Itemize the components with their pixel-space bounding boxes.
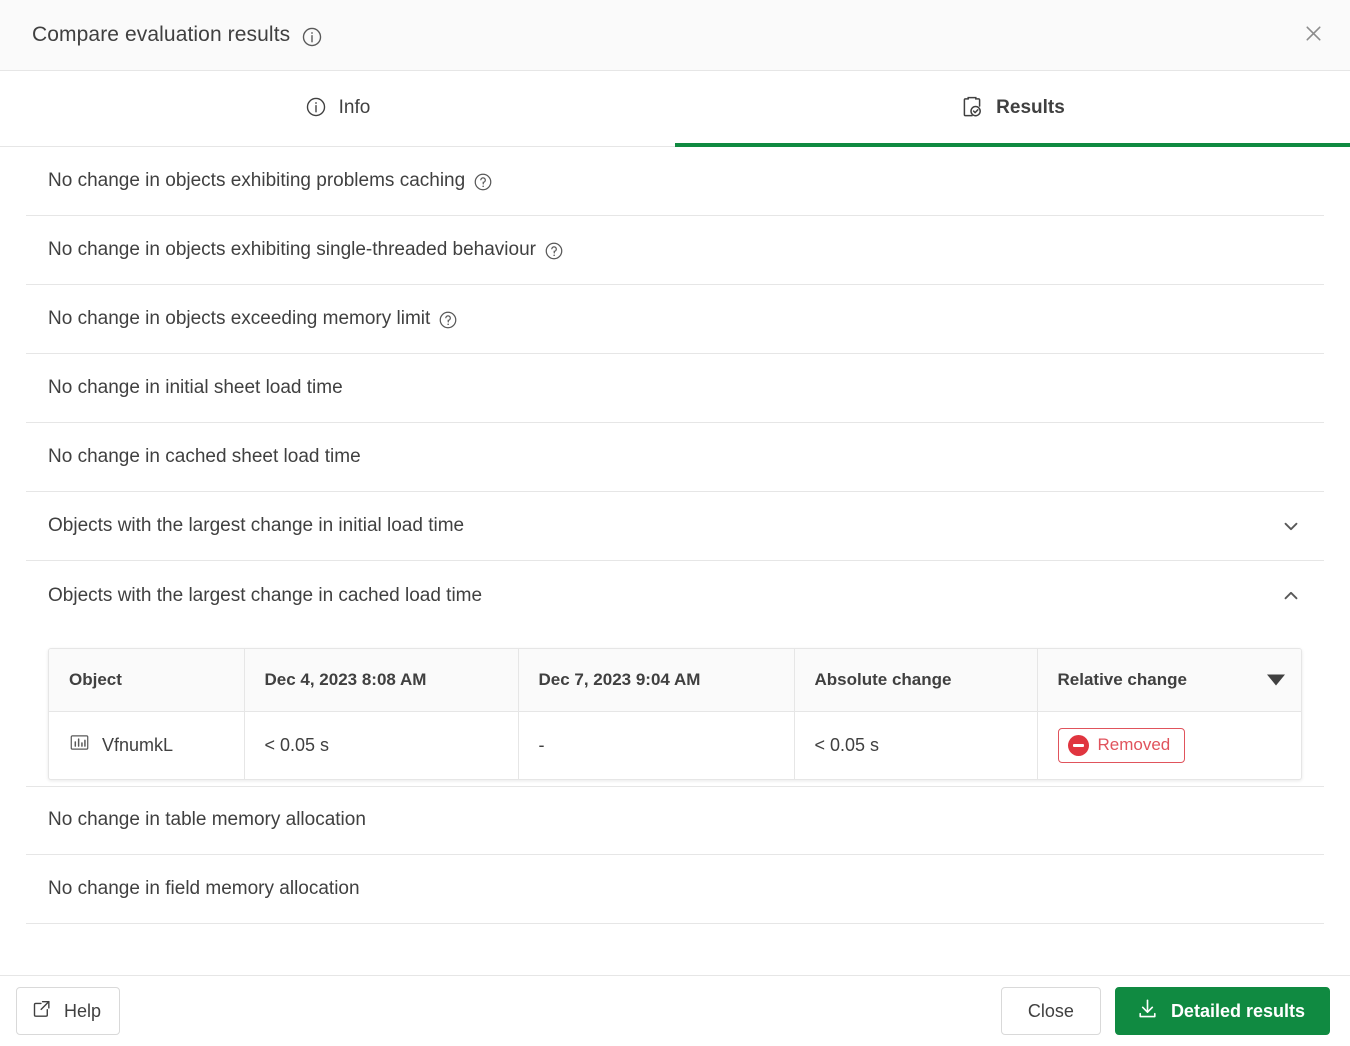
info-circle-icon[interactable] bbox=[301, 26, 323, 48]
close-button[interactable]: Close bbox=[1001, 987, 1101, 1035]
dialog-header: Compare evaluation results bbox=[0, 0, 1350, 71]
result-label: Objects with the largest change in cache… bbox=[48, 585, 482, 607]
external-link-icon bbox=[31, 998, 52, 1024]
column-header-object[interactable]: Object bbox=[49, 649, 244, 711]
result-label: No change in objects exceeding memory li… bbox=[48, 308, 430, 330]
result-label: No change in table memory allocation bbox=[48, 809, 366, 831]
cell-baseline: < 0.05 s bbox=[244, 711, 518, 779]
dialog-tabs: Info Results bbox=[0, 71, 1350, 147]
result-label: Objects with the largest change in initi… bbox=[48, 515, 464, 537]
page-title: Compare evaluation results bbox=[32, 23, 290, 47]
result-row-single-threaded: No change in objects exhibiting single-t… bbox=[26, 216, 1324, 285]
result-row-memory-limit: No change in objects exceeding memory li… bbox=[26, 285, 1324, 354]
cell-comparison: - bbox=[518, 711, 794, 779]
clipboard-check-icon bbox=[960, 95, 984, 119]
result-row-table-memory: No change in table memory allocation bbox=[26, 786, 1324, 855]
cell-object: VfnumkL bbox=[49, 711, 244, 779]
cell-object-label: VfnumkL bbox=[102, 735, 173, 756]
info-circle-icon bbox=[305, 96, 327, 118]
close-button-label: Close bbox=[1028, 1001, 1074, 1022]
cell-absolute-change: < 0.05 s bbox=[794, 711, 1037, 779]
help-circle-icon[interactable] bbox=[438, 310, 458, 330]
result-row-largest-change-initial-load[interactable]: Objects with the largest change in initi… bbox=[26, 492, 1324, 561]
result-row-cached-sheet-load: No change in cached sheet load time bbox=[26, 423, 1324, 492]
column-header-relative-change[interactable]: Relative change bbox=[1037, 649, 1302, 711]
column-header-absolute-change[interactable]: Absolute change bbox=[794, 649, 1037, 711]
detailed-results-button[interactable]: Detailed results bbox=[1115, 987, 1330, 1035]
results-list: No change in objects exhibiting problems… bbox=[0, 147, 1350, 975]
table-header-row: Object Dec 4, 2023 8:08 AM Dec 7, 2023 9… bbox=[49, 649, 1302, 711]
help-circle-icon[interactable] bbox=[473, 172, 493, 192]
close-dialog-button[interactable] bbox=[1294, 16, 1332, 54]
column-header-baseline-date[interactable]: Dec 4, 2023 8:08 AM bbox=[244, 649, 518, 711]
cell-relative-change: Removed bbox=[1037, 711, 1302, 779]
result-label: No change in objects exhibiting single-t… bbox=[48, 239, 536, 261]
detailed-results-button-label: Detailed results bbox=[1171, 1001, 1305, 1022]
result-label: No change in field memory allocation bbox=[48, 878, 360, 900]
column-header-comparison-date[interactable]: Dec 7, 2023 9:04 AM bbox=[518, 649, 794, 711]
tab-results-label: Results bbox=[996, 98, 1065, 117]
tab-results[interactable]: Results bbox=[675, 71, 1350, 147]
result-label: No change in objects exhibiting problems… bbox=[48, 170, 465, 192]
result-row-caching: No change in objects exhibiting problems… bbox=[26, 147, 1324, 216]
minus-circle-icon bbox=[1068, 735, 1089, 756]
chevron-down-icon[interactable] bbox=[1280, 515, 1302, 537]
column-header-relative-change-label: Relative change bbox=[1058, 670, 1187, 689]
status-badge-label: Removed bbox=[1098, 735, 1171, 755]
help-circle-icon[interactable] bbox=[544, 241, 564, 261]
result-row-largest-change-cached-load[interactable]: Objects with the largest change in cache… bbox=[26, 561, 1324, 630]
tab-info-label: Info bbox=[339, 98, 371, 117]
caret-down-icon bbox=[1267, 674, 1285, 685]
help-button-label: Help bbox=[64, 1001, 101, 1022]
download-icon bbox=[1136, 997, 1159, 1025]
bar-chart-icon bbox=[69, 732, 90, 758]
close-icon bbox=[1302, 22, 1325, 48]
status-badge[interactable]: Removed bbox=[1058, 728, 1186, 763]
result-row-field-memory: No change in field memory allocation bbox=[26, 855, 1324, 924]
cached-load-time-table: Object Dec 4, 2023 8:08 AM Dec 7, 2023 9… bbox=[48, 648, 1302, 780]
table-row[interactable]: VfnumkL < 0.05 s - < 0.05 s Removed bbox=[49, 711, 1302, 779]
compare-evaluation-results-dialog: Compare evaluation results bbox=[0, 0, 1350, 1046]
tab-info[interactable]: Info bbox=[0, 71, 675, 147]
help-button[interactable]: Help bbox=[16, 987, 120, 1035]
result-label: No change in initial sheet load time bbox=[48, 377, 343, 399]
result-row-initial-sheet-load: No change in initial sheet load time bbox=[26, 354, 1324, 423]
dialog-footer: Help Close Detailed results bbox=[0, 975, 1350, 1046]
chevron-up-icon[interactable] bbox=[1280, 585, 1302, 607]
result-label: No change in cached sheet load time bbox=[48, 446, 361, 468]
